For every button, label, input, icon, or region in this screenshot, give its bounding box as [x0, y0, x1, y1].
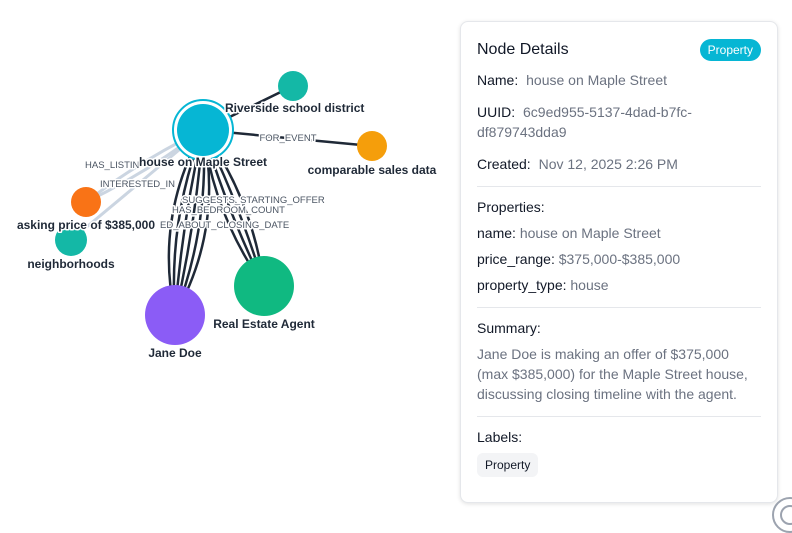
- node-label-price: asking price of $385,000: [17, 218, 155, 232]
- property-key: price_range:: [477, 251, 555, 267]
- panel-title: Node Details: [477, 41, 569, 58]
- node-house[interactable]: [177, 104, 229, 156]
- summary-text: Jane Doe is making an offer of $375,000 …: [477, 346, 748, 402]
- edge-label: ED_ABOUT_CLOSING_DATE: [160, 220, 289, 231]
- labels-title: Labels:: [477, 429, 523, 445]
- property-value: house: [570, 277, 609, 293]
- node-label-house: house on Maple Street: [139, 155, 267, 169]
- property-key: property_type:: [477, 277, 567, 293]
- property-value: house on Maple Street: [519, 225, 661, 241]
- node-sales[interactable]: [357, 131, 387, 161]
- loading-spinner-icon: [772, 497, 792, 533]
- node-type-badge: Property: [699, 39, 761, 61]
- divider: [477, 186, 761, 187]
- edge-label: INTERESTED_IN: [100, 179, 175, 190]
- graph-canvas[interactable]: FOR_EVENTHAS_LISTININTERESTED_INSUGGESTS…: [0, 0, 455, 519]
- property-row: name: house on Maple Street: [477, 223, 761, 243]
- divider: [477, 307, 761, 308]
- node-label-sales: comparable sales data: [308, 163, 437, 177]
- panel-header: Node Details Property: [477, 38, 761, 62]
- node-label-school: Riverside school district: [225, 101, 364, 115]
- property-row: property_type: house: [477, 275, 761, 295]
- properties-title: Properties:: [477, 199, 545, 215]
- created-key: Created:: [477, 156, 531, 172]
- node-label-agent: Real Estate Agent: [213, 317, 315, 331]
- uuid-key: UUID:: [477, 104, 516, 120]
- node-details-panel: Node Details Property Name: house on Map…: [460, 21, 778, 503]
- label-chip[interactable]: Property: [477, 453, 539, 477]
- property-row: price_range: $375,000-$385,000: [477, 249, 761, 269]
- node-label-hoods: neighborhoods: [27, 257, 115, 271]
- summary-title: Summary:: [477, 320, 541, 336]
- node-school[interactable]: [278, 71, 308, 101]
- edge-label: HAS_LISTIN: [85, 160, 140, 171]
- node-agent[interactable]: [234, 256, 294, 316]
- node-price[interactable]: [71, 187, 101, 217]
- property-key: name:: [477, 225, 516, 241]
- name-value: house on Maple Street: [526, 72, 667, 88]
- divider: [477, 416, 761, 417]
- uuid-row: UUID: 6c9ed955-5137-4dad-b7fc-df879743dd…: [477, 102, 761, 142]
- property-value: $375,000-$385,000: [558, 251, 681, 267]
- node-jane[interactable]: [145, 285, 205, 345]
- created-row: Created: Nov 12, 2025 2:26 PM: [477, 154, 761, 174]
- edge-label: HAS_BEDROOM_COUNT: [172, 205, 285, 216]
- edge-label: FOR_EVENT: [259, 133, 316, 144]
- created-value: Nov 12, 2025 2:26 PM: [538, 156, 678, 172]
- name-key: Name:: [477, 72, 519, 88]
- name-row: Name: house on Maple Street: [477, 70, 761, 90]
- node-label-jane: Jane Doe: [148, 346, 202, 360]
